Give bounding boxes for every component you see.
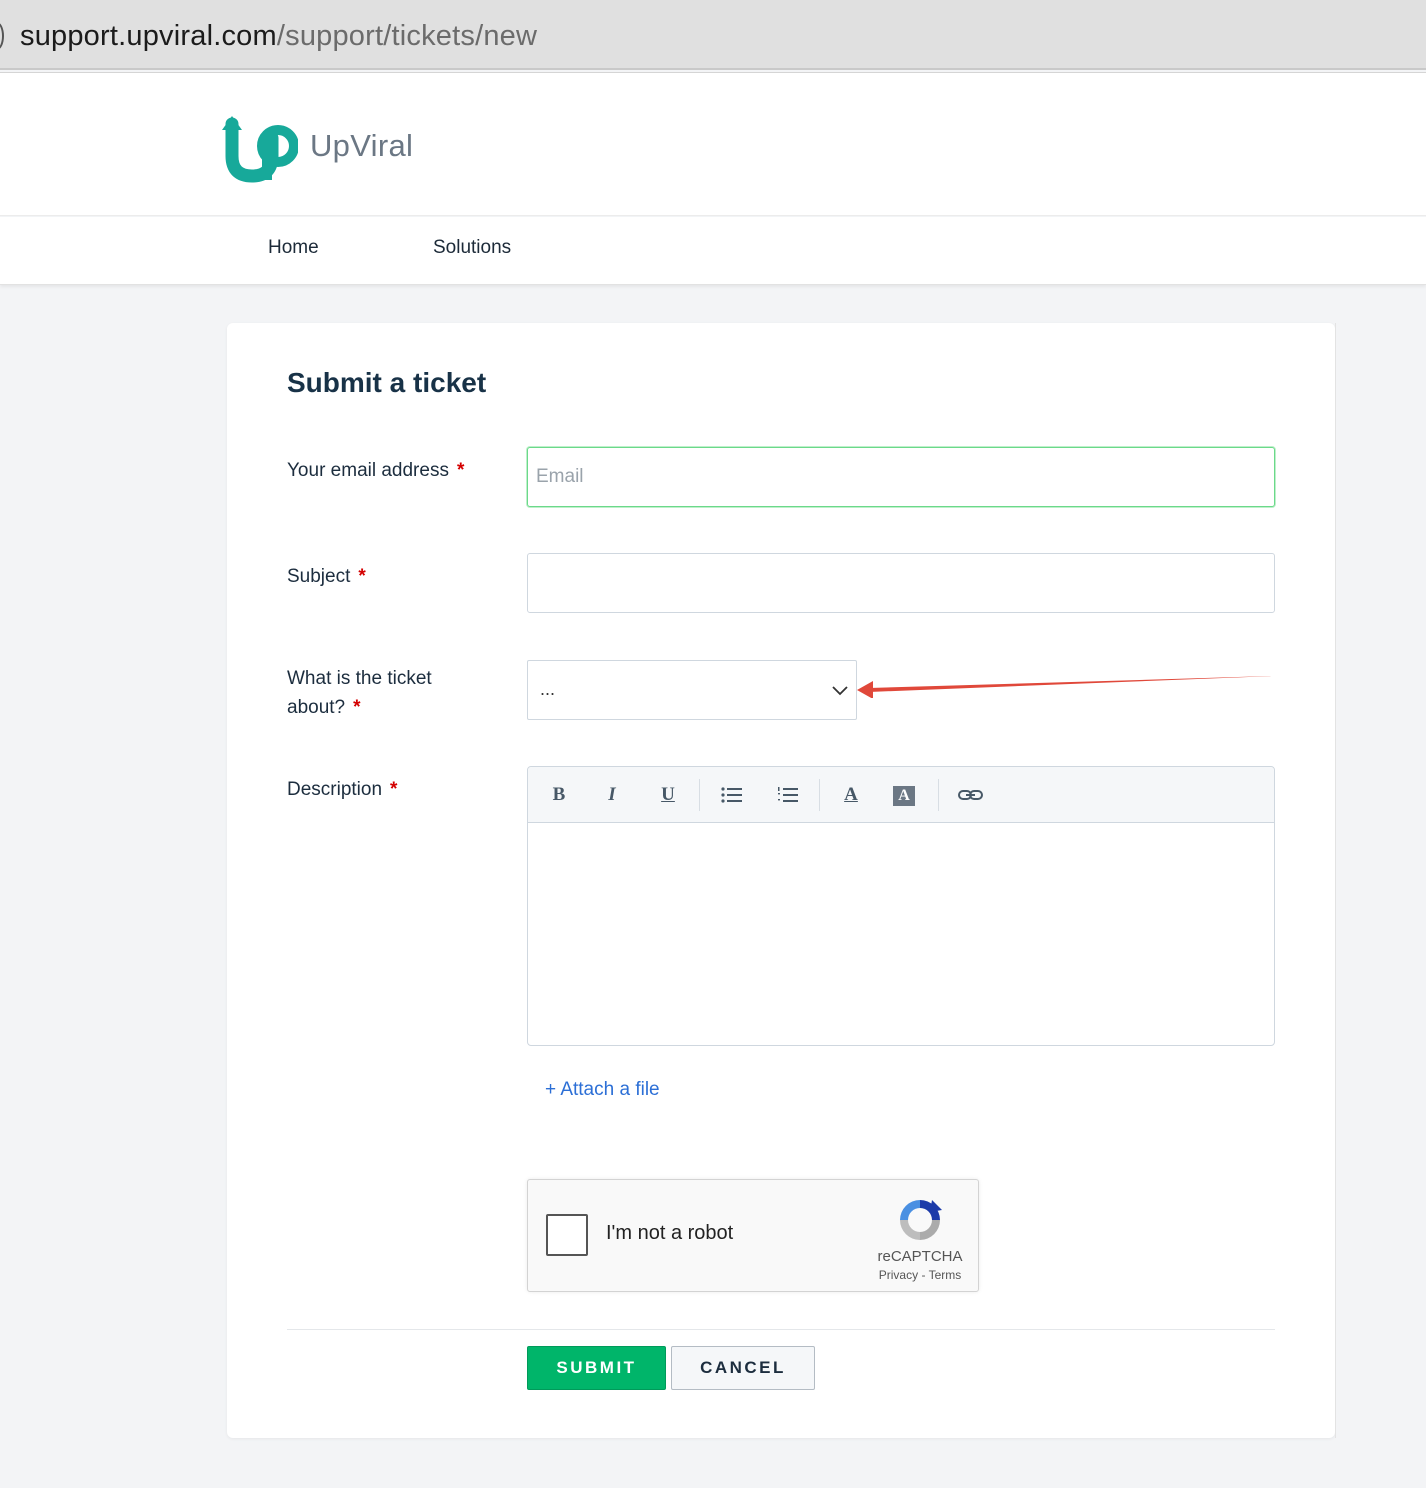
nav-home[interactable]: Home — [268, 237, 319, 259]
italic-button[interactable]: I — [597, 781, 627, 809]
form-divider — [287, 1329, 1275, 1330]
browser-address-bar[interactable]: support.upviral.com/support/tickets/new — [0, 0, 1426, 70]
required-marker: * — [390, 779, 398, 800]
bullet-list-icon[interactable] — [717, 781, 747, 809]
url-text[interactable]: support.upviral.com/support/tickets/new — [20, 18, 537, 54]
browser-divider — [0, 72, 1426, 84]
toolbar-separator — [819, 779, 820, 811]
background-color-button[interactable]: A — [893, 786, 915, 806]
topic-label-line1: What is the ticket — [287, 668, 432, 689]
subject-input[interactable] — [527, 553, 1275, 613]
topic-label-line2: about? — [287, 697, 346, 718]
site-info-icon[interactable] — [0, 22, 4, 50]
topic-select[interactable]: ... — [527, 660, 857, 720]
chevron-down-icon — [832, 686, 848, 696]
toolbar-separator — [699, 779, 700, 811]
recaptcha-terms-link[interactable]: Terms — [929, 1268, 962, 1282]
required-marker: * — [456, 460, 465, 481]
submit-button[interactable]: SUBMIT — [527, 1346, 666, 1390]
attach-file-link[interactable]: + Attach a file — [545, 1079, 660, 1101]
underline-button[interactable]: U — [653, 781, 683, 809]
page-title: Submit a ticket — [287, 367, 487, 398]
font-color-button[interactable]: A — [836, 781, 866, 809]
recaptcha-label: I'm not a robot — [606, 1222, 734, 1244]
recaptcha-privacy-link[interactable]: Privacy — [879, 1268, 918, 1282]
nav-solutions[interactable]: Solutions — [433, 237, 511, 259]
url-host: support.upviral.com — [20, 20, 277, 52]
recaptcha-widget: I'm not a robot reCAPTCHA Privacy - Term… — [527, 1179, 979, 1292]
recaptcha-link-separator: - — [918, 1268, 929, 1282]
required-marker: * — [353, 697, 361, 718]
recaptcha-brand: reCAPTCHA — [877, 1248, 963, 1265]
email-input[interactable] — [527, 447, 1275, 507]
email-label: Your email address * — [287, 456, 464, 485]
right-gutter — [1335, 323, 1426, 1438]
site-header: UpViral — [0, 84, 1426, 216]
numbered-list-icon[interactable] — [773, 781, 803, 809]
subject-label: Subject * — [287, 562, 366, 591]
bold-button[interactable]: B — [544, 781, 574, 809]
ticket-form-card: Submit a ticket Your email address * Subj… — [227, 323, 1335, 1438]
brand-name: UpViral — [310, 128, 414, 163]
topic-label: What is the ticket about? * — [287, 664, 432, 722]
editor-toolbar: B I U A A — [528, 767, 1274, 823]
required-marker: * — [358, 566, 366, 587]
email-label-text: Your email address — [287, 460, 449, 481]
topic-select-value: ... — [540, 679, 556, 699]
description-editor[interactable]: B I U A A — [527, 766, 1275, 1046]
cancel-button[interactable]: CANCEL — [671, 1346, 815, 1390]
subject-label-text: Subject — [287, 566, 351, 587]
url-path: /support/tickets/new — [276, 20, 538, 52]
description-label: Description * — [287, 775, 397, 804]
description-label-text: Description — [287, 779, 383, 800]
main-nav: Home Solutions — [0, 217, 1426, 285]
recaptcha-checkbox[interactable] — [546, 1214, 588, 1256]
recaptcha-links: Privacy - Terms — [870, 1268, 970, 1282]
description-textarea[interactable] — [528, 824, 1274, 1046]
toolbar-separator — [938, 779, 939, 811]
upviral-logo-icon[interactable] — [218, 112, 298, 184]
link-icon[interactable] — [956, 781, 986, 809]
annotation-arrow-icon — [857, 676, 1273, 698]
recaptcha-icon — [900, 1200, 942, 1240]
